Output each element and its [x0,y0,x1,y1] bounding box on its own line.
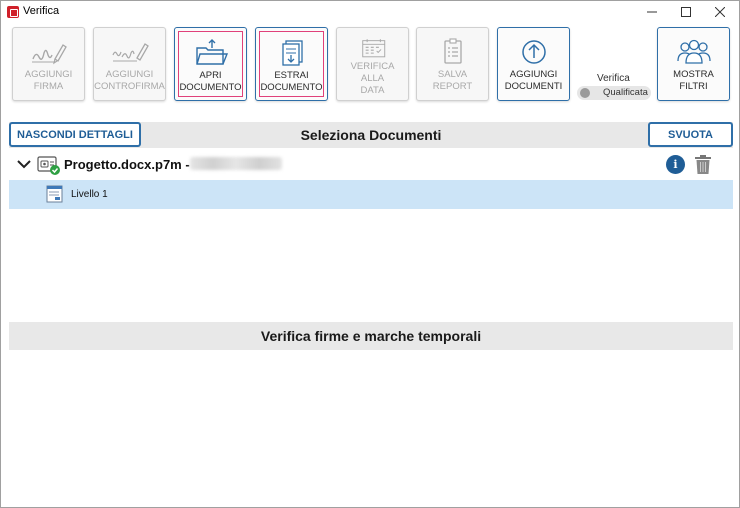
extract-document-icon [281,40,303,66]
add-countersignature-label-2: CONTROFIRMA [94,81,165,92]
trash-icon[interactable] [694,154,712,175]
document-name: Progetto.docx.p7m - [64,157,190,172]
verify-at-date-label-2: DATA [360,85,385,96]
open-document-label-1: APRI [199,70,222,81]
signature-pen-icon [31,44,67,65]
save-report-button[interactable]: SALVA REPORT [416,27,489,101]
show-filters-label-2: FILTRI [679,81,708,92]
close-icon [715,7,725,17]
countersignature-pen-icon [111,43,149,62]
app-icon [7,6,19,18]
open-folder-icon [195,39,228,65]
verifica-toggle-group: Verifica Qualificata [577,73,651,113]
save-report-label-1: SALVA [437,69,468,80]
verify-signatures-header: Verifica firme e marche temporali [9,322,733,350]
add-signature-label-1: AGGIUNGI [24,69,73,80]
window-title: Verifica [23,5,60,17]
report-icon [443,38,462,64]
add-documents-button[interactable]: AGGIUNGI DOCUMENTI [497,27,570,101]
add-countersignature-label-1: AGGIUNGI [105,69,154,80]
open-document-label-2: DOCUMENTO [179,82,242,93]
verify-at-date-button[interactable]: VERIFICA ALLA DATA [336,27,409,101]
maximize-button[interactable] [669,1,703,23]
extract-document-label-1: ESTRAI [274,70,309,81]
verification-results-panel [9,350,733,500]
close-button[interactable] [703,1,737,23]
toolbar: AGGIUNGI FIRMA AGGIUNGI CONTROFIRMA APRI… [1,23,739,119]
maximize-icon [681,7,691,17]
document-row[interactable]: Progetto.docx.p7m - i [9,149,733,179]
add-countersignature-button[interactable]: AGGIUNGI CONTROFIRMA [93,27,166,101]
extract-document-button[interactable]: ESTRAI DOCUMENTO [255,27,328,101]
show-filters-button[interactable]: MOSTRA FILTRI [657,27,730,101]
verify-signatures-title: Verifica firme e marche temporali [260,328,482,344]
add-documents-label-1: AGGIUNGI [509,69,558,80]
title-bar: Verifica [1,1,739,23]
document-list: Progetto.docx.p7m - i Livello 1 [9,149,733,321]
level-row[interactable]: Livello 1 [9,180,733,209]
users-group-icon [676,39,711,64]
verify-at-date-label-1: VERIFICA ALLA [350,61,395,84]
verifica-label: Verifica [597,73,630,84]
show-filters-label-1: MOSTRA [673,69,714,80]
save-report-label-2: REPORT [432,81,473,92]
minimize-icon [647,11,657,13]
qualified-toggle-label: Qualificata [603,87,648,98]
add-signature-button[interactable]: AGGIUNGI FIRMA [12,27,85,101]
add-signature-label-2: FIRMA [33,81,64,92]
clear-button[interactable]: SVUOTA [648,122,733,147]
document-level-icon [46,185,63,203]
add-documents-label-2: DOCUMENTI [504,81,563,92]
toggle-knob [580,88,590,98]
chevron-down-icon[interactable] [17,157,31,171]
upload-circle-icon [521,40,546,64]
qualified-toggle[interactable]: Qualificata [577,86,651,100]
info-icon[interactable]: i [666,155,685,174]
hide-details-button[interactable]: NASCONDI DETTAGLI [9,122,141,147]
calendar-icon [361,39,385,58]
open-document-button[interactable]: APRI DOCUMENTO [174,27,247,101]
extract-document-label-2: DOCUMENTO [260,82,323,93]
redacted-text [190,157,282,170]
minimize-button[interactable] [635,1,669,23]
select-documents-title: Seleziona Documenti [300,127,442,143]
signed-document-icon [37,156,60,175]
level-label: Livello 1 [71,189,108,200]
